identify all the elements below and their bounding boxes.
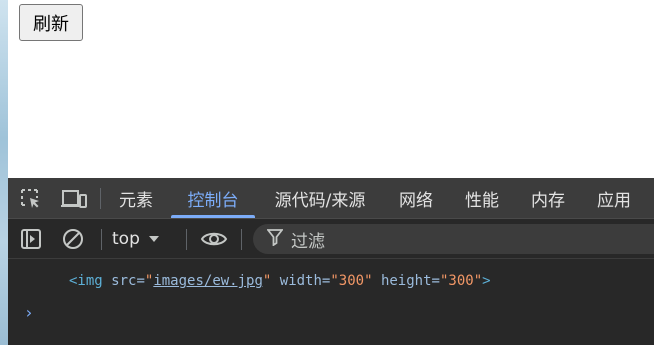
tab-application[interactable]: 应用: [590, 178, 638, 219]
console-toolbar: top 过滤: [8, 219, 654, 259]
tab-elements[interactable]: 元素: [112, 178, 160, 219]
refresh-button[interactable]: 刷新: [19, 4, 83, 41]
console-output: <img src="images/ew.jpg" width="300" hei…: [8, 259, 654, 345]
active-tab-indicator: [171, 215, 255, 218]
toolbar-divider: [100, 188, 101, 209]
page-viewport: 刷新: [8, 0, 654, 178]
devtools-panel: 元素 控制台 源代码/来源 网络 性能 内存 应用 top 过滤 <img sr…: [8, 178, 654, 345]
tab-performance[interactable]: 性能: [458, 178, 506, 219]
tab-network[interactable]: 网络: [392, 178, 440, 219]
filter-funnel-icon: [266, 228, 284, 250]
attr-width-name: width=: [279, 273, 331, 289]
quote-mark: ": [364, 273, 373, 289]
toolbar-divider: [241, 229, 242, 250]
device-toolbar-icon[interactable]: [59, 186, 89, 212]
context-selector[interactable]: top: [112, 219, 160, 259]
attr-height-value: 300: [448, 273, 474, 289]
quote-mark: ": [262, 273, 272, 289]
clear-console-icon[interactable]: [60, 227, 86, 251]
screen: 刷新 元素 控制台 源代码/来源 网络 性能 内存 应用 top 过滤 <img…: [0, 0, 654, 345]
live-expression-eye-icon[interactable]: [199, 227, 229, 251]
dropdown-arrow-icon: [148, 229, 160, 249]
tab-memory[interactable]: 内存: [524, 178, 572, 219]
quote-mark: ": [473, 273, 483, 289]
html-tag-open: <img: [69, 273, 103, 289]
desktop-wallpaper: [0, 0, 8, 345]
devtools-tab-bar: 元素 控制台 源代码/来源 网络 性能 内存 应用: [8, 178, 654, 219]
tab-sources[interactable]: 源代码/来源: [264, 178, 376, 219]
tab-console[interactable]: 控制台: [176, 178, 250, 219]
filter-input[interactable]: 过滤: [253, 224, 654, 254]
quote-mark: ": [330, 273, 339, 289]
console-prompt[interactable]: ›: [24, 303, 34, 322]
attr-height-name: height=: [380, 273, 440, 289]
sidebar-toggle-icon[interactable]: [18, 227, 44, 251]
attr-width-value: 300: [338, 273, 365, 289]
context-label: top: [112, 229, 140, 249]
filter-placeholder: 过滤: [291, 231, 325, 252]
inspect-element-icon[interactable]: [18, 186, 44, 212]
html-tag-close: >: [482, 273, 491, 289]
toolbar-divider: [101, 229, 102, 250]
src-link[interactable]: images/ew.jpg: [153, 273, 263, 289]
console-log-entry[interactable]: <img src="images/ew.jpg" width="300" hei…: [69, 273, 491, 289]
attr-src-name: src=: [111, 273, 145, 289]
toolbar-divider: [186, 229, 187, 250]
